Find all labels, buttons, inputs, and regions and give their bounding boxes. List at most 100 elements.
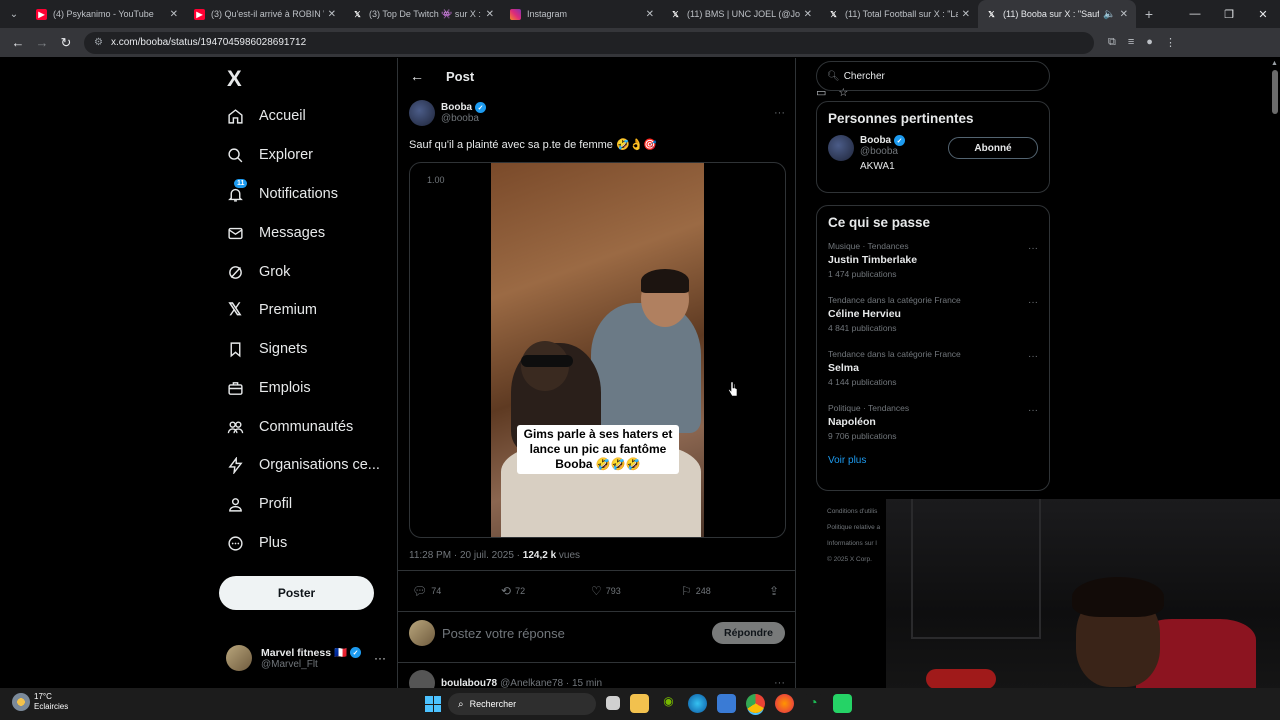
browser-tab[interactable]: ▶ (3) Qu'est-il arrivé à ROBIN Wil ✕: [186, 0, 344, 28]
nav-item-explorer[interactable]: Explorer: [226, 140, 313, 170]
restore-icon[interactable]: ❐: [1212, 8, 1246, 21]
more-icon[interactable]: ···: [1028, 351, 1038, 362]
reply-item[interactable]: boulabou78 @Anelkane78 · 15 min ···: [409, 670, 785, 688]
show-more-link[interactable]: Voir plus: [817, 455, 1049, 466]
video-caption: Gims parle à ses haters et lance un pic …: [517, 425, 679, 474]
site-settings-icon[interactable]: ⚙: [94, 37, 103, 48]
nav-item-plus[interactable]: Plus: [226, 528, 287, 558]
avatar[interactable]: [409, 100, 435, 126]
x-logo-icon[interactable]: X: [227, 66, 242, 92]
more-circle-icon: [226, 534, 244, 552]
avatar[interactable]: [409, 670, 435, 688]
firefox-icon[interactable]: [775, 694, 794, 713]
search-placeholder: Chercher: [843, 70, 885, 82]
browser-tab[interactable]: ▶ (4) Psykanimo - YouTube ✕: [28, 0, 186, 28]
spotify-icon[interactable]: ◔: [804, 694, 823, 713]
edge-icon[interactable]: [688, 694, 707, 713]
menu-icon[interactable]: ⋮: [1165, 36, 1176, 49]
nav-item-messages[interactable]: Messages: [226, 218, 325, 248]
reply-author-name[interactable]: boulabou78: [441, 678, 497, 689]
bookmark-action[interactable]: ⚐ 248: [681, 584, 711, 598]
video-person: [591, 303, 701, 433]
nav-item-accueil[interactable]: Accueil: [226, 101, 306, 131]
media-icon[interactable]: ≡: [1128, 36, 1134, 49]
new-tab-button[interactable]: +: [1136, 6, 1162, 22]
profile-icon[interactable]: ●: [1146, 36, 1153, 49]
nav-item-profil[interactable]: Profil: [226, 489, 292, 519]
close-window-icon[interactable]: ✕: [1246, 8, 1280, 21]
close-icon[interactable]: ✕: [328, 9, 336, 20]
more-icon[interactable]: ···: [774, 677, 785, 688]
speaker-icon[interactable]: 🔈: [1103, 9, 1115, 20]
avatar[interactable]: [828, 135, 854, 161]
scroll-thumb[interactable]: [1272, 70, 1278, 114]
share-action[interactable]: ⇪: [769, 584, 779, 598]
store-icon[interactable]: [717, 694, 736, 713]
more-icon[interactable]: ···: [1028, 405, 1038, 416]
close-icon[interactable]: ✕: [170, 9, 178, 20]
account-switcher[interactable]: Marvel fitness 🇫🇷 ✓ @Marvel_Flt ···: [226, 643, 386, 673]
trend-item[interactable]: Politique · Tendances Napoléon 9 706 pub…: [817, 401, 1049, 455]
post-button[interactable]: Poster: [219, 576, 374, 610]
task-view-icon[interactable]: [606, 696, 620, 710]
file-explorer-icon[interactable]: [630, 694, 649, 713]
following-button[interactable]: Abonné: [948, 137, 1038, 159]
like-action[interactable]: ♡ 793: [591, 584, 621, 598]
person-name[interactable]: Booba: [860, 135, 891, 146]
browser-tab[interactable]: 𝕏 (3) Top De Twitch 👾 sur X : "A ✕: [344, 0, 502, 28]
reply-button[interactable]: Répondre: [711, 622, 785, 644]
close-icon[interactable]: ✕: [804, 9, 812, 20]
taskbar-search[interactable]: ⌕ Rechercher: [448, 693, 596, 715]
nav-item-grok[interactable]: Grok: [226, 257, 290, 287]
tab-search-icon[interactable]: ⌄: [0, 0, 28, 28]
more-icon[interactable]: ···: [1028, 243, 1038, 254]
trend-item[interactable]: Musique · Tendances Justin Timberlake 1 …: [817, 239, 1049, 293]
close-icon[interactable]: ✕: [646, 9, 654, 20]
search-icon: 🔍︎: [827, 70, 840, 82]
back-arrow-icon[interactable]: ←: [410, 68, 430, 84]
nav-item-communautes[interactable]: Communautés: [226, 412, 353, 442]
close-icon[interactable]: ✕: [1120, 9, 1128, 20]
more-icon[interactable]: ···: [1028, 297, 1038, 308]
author-handle[interactable]: @booba: [441, 113, 486, 124]
weather-widget[interactable]: 17°C Eclaircies: [12, 692, 68, 712]
trend-item[interactable]: Tendance dans la catégorie France Selma …: [817, 347, 1049, 401]
reply-action[interactable]: 💬︎ 74: [412, 584, 441, 598]
extensions-icon[interactable]: ⧉: [1108, 36, 1116, 49]
repost-action[interactable]: ⟲ 72: [501, 584, 525, 598]
nav-item-signets[interactable]: Signets: [226, 334, 307, 364]
more-icon[interactable]: ···: [374, 651, 386, 665]
person-item[interactable]: Booba ✓ @booba AKWA1 Abonné: [817, 135, 1049, 172]
windows-start-icon[interactable]: [425, 696, 441, 712]
video-frame[interactable]: Gims parle à ses haters et lance un pic …: [491, 163, 704, 537]
reply-input[interactable]: Postez votre réponse: [442, 626, 565, 641]
browser-tab-active[interactable]: 𝕏(11) Booba sur X : "Sauf qu🔈✕: [978, 0, 1136, 28]
nav-item-emplois[interactable]: Emplois: [226, 373, 311, 403]
browser-tab[interactable]: 𝕏(11) BMS | UNC JOEL (@JoelPo✕: [662, 0, 820, 28]
webcam-background: [911, 499, 1041, 639]
nav-item-organisations[interactable]: Organisations ce...: [226, 450, 380, 480]
browser-tab[interactable]: Instagram ✕: [502, 0, 662, 28]
nav-item-notifications[interactable]: 11 Notifications: [226, 179, 338, 209]
whatsapp-icon[interactable]: [833, 694, 852, 713]
reload-icon[interactable]: ↻: [54, 35, 78, 51]
scroll-up-icon[interactable]: ▲: [1271, 60, 1278, 67]
address-bar[interactable]: ⚙ x.com/booba/status/1947045986028691712…: [84, 31, 1094, 99]
search-input[interactable]: 🔍︎ Chercher: [816, 61, 1050, 91]
account-handle: @Marvel_Flt: [261, 659, 318, 670]
post-time[interactable]: 11:28 PM · 20 juil. 2025 ·: [409, 550, 523, 561]
video-player[interactable]: 1.00 Gims parle à ses haters et lance un…: [409, 162, 786, 538]
forward-arrow-icon[interactable]: →: [30, 35, 54, 50]
trend-item[interactable]: Tendance dans la catégorie France Céline…: [817, 293, 1049, 347]
nav-item-premium[interactable]: 𝕏 Premium: [226, 295, 317, 325]
close-icon[interactable]: ✕: [486, 9, 494, 20]
author-name[interactable]: Booba: [441, 102, 472, 113]
browser-tab[interactable]: 𝕏 (11) Total Football sur X : "Lami ✕: [820, 0, 978, 28]
playback-speed[interactable]: 1.00: [427, 175, 445, 185]
more-icon[interactable]: ···: [774, 107, 785, 119]
nvidia-icon[interactable]: ◉: [659, 694, 678, 713]
back-arrow-icon[interactable]: ←: [6, 35, 30, 50]
chrome-icon[interactable]: [746, 694, 765, 713]
close-icon[interactable]: ✕: [962, 9, 970, 20]
minimize-icon[interactable]: —: [1178, 8, 1212, 21]
